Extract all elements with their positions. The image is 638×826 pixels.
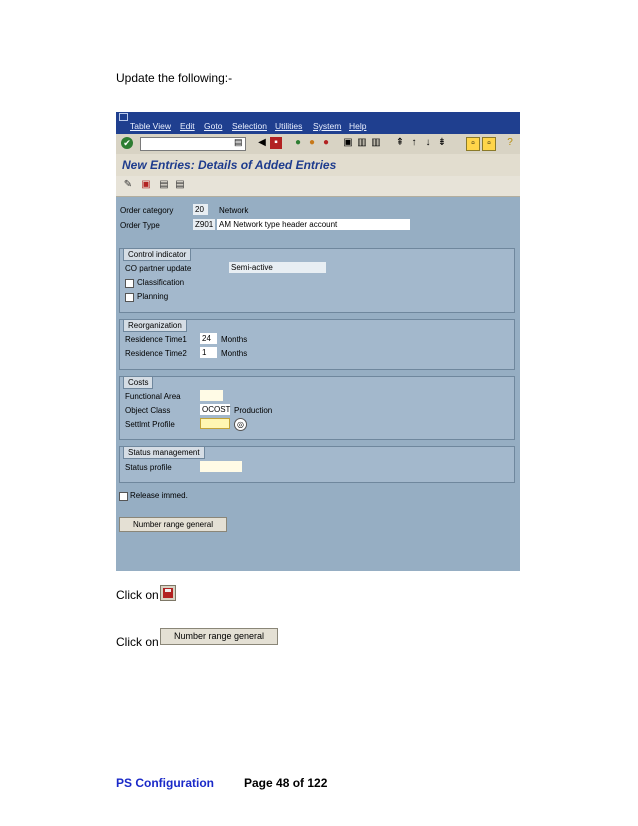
- search-help-icon[interactable]: ◎: [234, 418, 247, 431]
- number-range-general-button-image: Number range general: [160, 628, 278, 645]
- status-profile-field[interactable]: [200, 461, 242, 472]
- menu-system[interactable]: System: [313, 121, 341, 131]
- order-category-field[interactable]: 20: [193, 204, 208, 215]
- menu-goto[interactable]: Goto: [204, 121, 222, 131]
- reorganization-title: Reorganization: [123, 319, 187, 332]
- shortcut-icon[interactable]: ▫: [482, 137, 496, 151]
- save-icon: [160, 585, 176, 601]
- object-class-label: Object Class: [125, 406, 171, 415]
- residence-time2-field[interactable]: 1: [200, 347, 217, 358]
- command-dropdown-icon[interactable]: ▤: [234, 137, 243, 148]
- co-partner-field[interactable]: Semi-active: [229, 262, 326, 273]
- order-type-description: AM Network type header account: [217, 219, 410, 230]
- back-icon[interactable]: ●: [292, 137, 304, 149]
- menu-table-view[interactable]: Table View: [130, 121, 171, 131]
- costs-group: Costs Functional Area Object Class OCOST…: [119, 376, 515, 440]
- control-indicator-title: Control indicator: [123, 248, 192, 261]
- click-on-label-2: Click on: [116, 635, 159, 649]
- save-icon[interactable]: ▪: [270, 137, 282, 149]
- release-immediately-label: Release immed.: [130, 491, 188, 500]
- order-type-field[interactable]: Z901: [193, 219, 215, 230]
- planning-checkbox[interactable]: [125, 293, 134, 302]
- next-entry-icon[interactable]: ▤: [174, 179, 186, 191]
- functional-area-field[interactable]: [200, 390, 223, 401]
- enter-check-icon[interactable]: ✔: [121, 137, 133, 149]
- costs-title: Costs: [123, 376, 154, 389]
- order-category-label: Order category: [120, 206, 174, 215]
- edit-pencil-icon[interactable]: ✎: [122, 179, 134, 191]
- functional-area-label: Functional Area: [125, 392, 181, 401]
- co-partner-label: CO partner update: [125, 264, 192, 273]
- status-management-title: Status management: [123, 446, 205, 459]
- exit-icon[interactable]: ●: [306, 137, 318, 149]
- floppy-disk-icon: [163, 588, 173, 598]
- footer-page-number: Page 48 of 122: [244, 776, 328, 790]
- click-on-label-1: Click on: [116, 588, 159, 602]
- command-field[interactable]: [140, 137, 246, 151]
- screen-title: New Entries: Details of Added Entries: [122, 158, 337, 172]
- order-type-label: Order Type: [120, 221, 160, 230]
- find-icon[interactable]: ▥: [356, 137, 368, 149]
- order-category-text: Network: [219, 206, 249, 215]
- reorganization-group: Reorganization Residence Time1 24 Months…: [119, 319, 515, 370]
- classification-checkbox[interactable]: [125, 279, 134, 288]
- residence-time1-label: Residence Time1: [125, 335, 187, 344]
- next-page-icon[interactable]: ↓: [422, 137, 434, 149]
- standard-toolbar: ✔ ▤ ◀ ▪ ● ● ● ▣ ▥ ▥ ⇞ ↑ ↓ ⇟ ▫ ▫ ?: [116, 134, 520, 155]
- previous-page-icon[interactable]: ↑: [408, 137, 420, 149]
- residence-time2-unit: Months: [221, 349, 248, 358]
- object-class-field[interactable]: OCOST: [200, 404, 230, 415]
- number-range-general-button[interactable]: Number range general: [119, 517, 227, 532]
- object-class-text: Production: [234, 406, 273, 415]
- last-page-icon[interactable]: ⇟: [436, 137, 448, 149]
- status-profile-label: Status profile: [125, 463, 172, 472]
- first-page-icon[interactable]: ⇞: [394, 137, 406, 149]
- sap-system-icon[interactable]: [119, 113, 128, 121]
- classification-label: Classification: [137, 278, 185, 287]
- settlement-profile-label: Settlmt Profile: [125, 420, 175, 429]
- menu-bar: Table View Edit Goto Selection Utilities…: [116, 112, 520, 134]
- print-icon[interactable]: ▣: [342, 137, 354, 149]
- menu-selection[interactable]: Selection: [232, 121, 267, 131]
- residence-time2-label: Residence Time2: [125, 349, 187, 358]
- sap-screen: Table View Edit Goto Selection Utilities…: [116, 112, 520, 571]
- planning-label: Planning: [137, 292, 169, 301]
- menu-utilities[interactable]: Utilities: [275, 121, 302, 131]
- cancel-icon[interactable]: ●: [320, 137, 332, 149]
- application-toolbar: ✎ ▣ ▤ ▤: [116, 176, 520, 197]
- settlement-profile-field[interactable]: [200, 418, 230, 429]
- back-arrow-icon[interactable]: ◀: [256, 137, 268, 149]
- footer-section-title: PS Configuration: [116, 776, 214, 790]
- residence-time1-field[interactable]: 24: [200, 333, 217, 344]
- menu-edit[interactable]: Edit: [180, 121, 195, 131]
- find-next-icon[interactable]: ▥: [370, 137, 382, 149]
- copy-icon[interactable]: ▣: [140, 179, 152, 191]
- menu-help[interactable]: Help: [349, 121, 366, 131]
- previous-entry-icon[interactable]: ▤: [158, 179, 170, 191]
- help-icon[interactable]: ?: [504, 137, 516, 149]
- residence-time1-unit: Months: [221, 335, 248, 344]
- screen-title-bar: New Entries: Details of Added Entries: [116, 154, 520, 177]
- control-indicator-group: Control indicator CO partner update Semi…: [119, 248, 515, 313]
- intro-text: Update the following:-: [116, 71, 233, 85]
- status-management-group: Status management Status profile: [119, 446, 515, 483]
- new-session-icon[interactable]: ▫: [466, 137, 480, 151]
- release-immediately-checkbox[interactable]: [119, 492, 128, 501]
